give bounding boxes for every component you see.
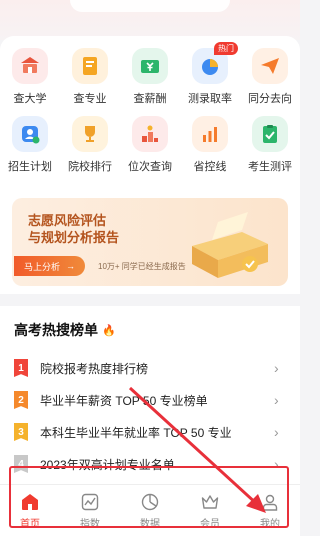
risk-report-banner[interactable]: 志愿风险评估 与规划分析报告 马上分析 → 10万+ 同学已经生成报告 xyxy=(12,198,288,286)
feature-label: 查大学 xyxy=(13,93,47,105)
rank-text: 2023年双高计划专业名单 xyxy=(40,457,175,472)
tab-home[interactable]: 首页 xyxy=(0,485,60,536)
trophy-icon xyxy=(72,116,108,152)
tab-label: 会员 xyxy=(200,518,220,530)
salary-icon xyxy=(132,48,168,84)
analyze-now-button[interactable]: 马上分析 → xyxy=(14,256,86,276)
section-title-text: 高考热搜榜单 xyxy=(14,322,98,338)
list-item[interactable]: 3 本科生毕业半年就业率 TOP 50 专业 › xyxy=(0,416,300,448)
feature-admission-rate[interactable]: 热门 测录取率 xyxy=(180,42,240,106)
feature-label: 考生测评 xyxy=(248,161,292,173)
arrow-right-icon: → xyxy=(66,261,76,271)
profile-icon xyxy=(262,494,278,511)
rank-badge: 3 xyxy=(14,423,28,441)
bar-chart-icon xyxy=(192,116,228,152)
feature-same-score[interactable]: 同分去向 xyxy=(240,48,300,106)
tab-label: 数据 xyxy=(140,518,160,530)
trend-icon xyxy=(81,493,99,510)
chevron-right-icon: › xyxy=(274,392,279,408)
feature-enrollment-plan[interactable]: 招生计划 xyxy=(0,116,60,174)
list-item[interactable]: 2 毕业半年薪资 TOP 50 专业榜单 › xyxy=(0,384,300,416)
feature-major[interactable]: 查专业 xyxy=(60,48,120,106)
clipboard-icon xyxy=(252,116,288,152)
feature-control-line[interactable]: 省控线 xyxy=(180,116,240,174)
tab-data[interactable]: 数据 xyxy=(120,485,180,536)
rank-list: 1 院校报考热度排行榜 › 2 毕业半年薪资 TOP 50 专业榜单 › 3 本… xyxy=(0,352,300,480)
home-icon xyxy=(22,493,38,510)
position-icon xyxy=(132,116,168,152)
analyze-now-label: 马上分析 xyxy=(24,261,61,272)
list-item[interactable]: 4 2023年双高计划专业名单 › xyxy=(0,448,300,480)
feature-university[interactable]: 查大学 xyxy=(0,48,60,106)
search-bar-remnant[interactable] xyxy=(70,0,230,12)
rank-badge: 4 xyxy=(14,455,28,473)
chevron-right-icon: › xyxy=(274,424,279,440)
tab-label: 首页 xyxy=(20,518,40,530)
feature-label: 测录取率 xyxy=(188,93,232,105)
banner-title-line1: 志愿风险评估 xyxy=(28,213,107,228)
rank-text: 院校报考热度排行榜 xyxy=(40,361,149,376)
tab-index[interactable]: 指数 xyxy=(60,485,120,536)
flame-icon: 🔥 xyxy=(102,324,116,337)
feature-label: 查薪酬 xyxy=(133,93,167,105)
rank-text: 本科生毕业半年就业率 TOP 50 专业 xyxy=(40,425,232,440)
book-icon xyxy=(72,48,108,84)
list-item[interactable]: 1 院校报考热度排行榜 › xyxy=(0,352,300,384)
feature-label: 院校排行 xyxy=(68,161,112,173)
banner-title: 志愿风险评估 与规划分析报告 xyxy=(28,212,158,246)
rank-badge: 1 xyxy=(14,359,28,377)
tab-label: 指数 xyxy=(80,518,100,530)
ballot-box-icon xyxy=(192,212,268,278)
bottom-tab-bar: 首页 指数 数据 会员 我的 xyxy=(0,484,300,536)
feature-assessment[interactable]: 考生测评 xyxy=(240,116,300,174)
feature-label: 招生计划 xyxy=(8,161,52,173)
feature-card: 查大学 查专业 查薪酬 热门 测录取率 同分去向 招生计划 院校排行 位次查询 … xyxy=(0,36,300,294)
feature-label: 查专业 xyxy=(73,93,107,105)
feature-salary[interactable]: 查薪酬 xyxy=(120,48,180,106)
feature-school-ranking[interactable]: 院校排行 xyxy=(60,116,120,174)
tab-label: 我的 xyxy=(260,518,280,530)
feature-label: 省控线 xyxy=(193,161,227,173)
feature-label: 同分去向 xyxy=(248,93,292,105)
chevron-right-icon: › xyxy=(274,360,279,376)
feature-label: 位次查询 xyxy=(128,161,172,173)
feature-rank-query[interactable]: 位次查询 xyxy=(120,116,180,174)
banner-title-line2: 与规划分析报告 xyxy=(28,230,120,245)
university-icon xyxy=(12,48,48,84)
rank-badge: 2 xyxy=(14,391,28,409)
user-check-icon xyxy=(12,116,48,152)
chevron-right-icon: › xyxy=(274,456,279,472)
crown-icon xyxy=(201,494,219,509)
paper-plane-icon xyxy=(252,48,288,84)
tab-member[interactable]: 会员 xyxy=(180,485,240,536)
banner-note: 10万+ 同学已经生成报告 xyxy=(98,262,186,271)
rank-text: 毕业半年薪资 TOP 50 专业榜单 xyxy=(40,393,208,408)
tab-mine[interactable]: 我的 xyxy=(240,485,300,536)
data-icon xyxy=(141,493,159,510)
hot-badge: 热门 xyxy=(214,42,238,55)
section-title: 高考热搜榜单 🔥 xyxy=(14,320,116,340)
feature-grid: 查大学 查专业 查薪酬 热门 测录取率 同分去向 招生计划 院校排行 位次查询 … xyxy=(0,42,300,174)
